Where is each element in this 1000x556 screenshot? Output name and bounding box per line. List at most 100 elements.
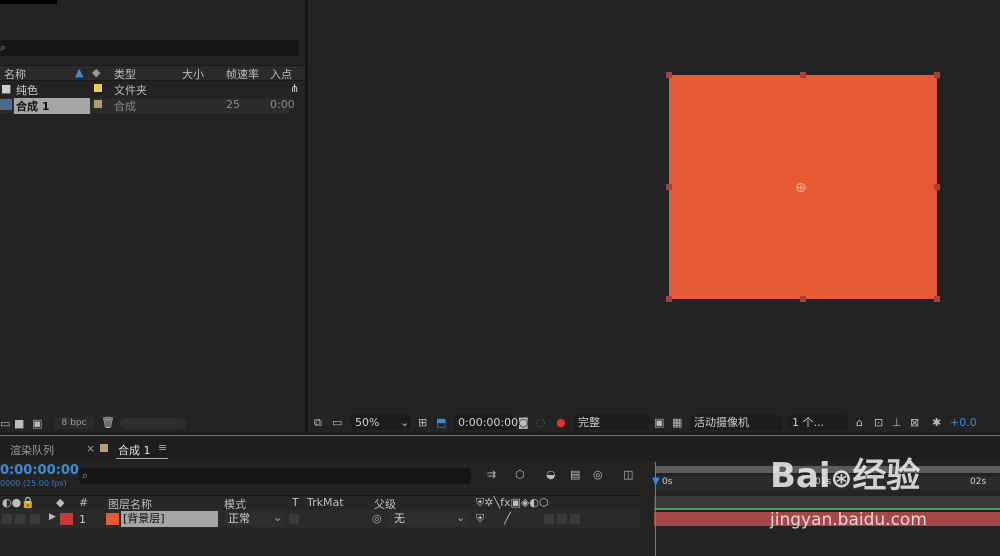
label-tag-icon[interactable]: ◆ [56,496,64,509]
anchor-point-icon[interactable]: ⊕ [795,180,807,196]
label-color-swatch[interactable] [94,100,102,108]
col-index[interactable]: # [79,496,88,509]
item-type: 合成 [114,100,136,113]
project-footer: ▭ ■ ▣ 8 bpc 🗑 [0,415,306,432]
ruler-label: 02s [970,477,987,487]
expand-arrow-icon[interactable]: ▶ [49,512,56,522]
switch-box[interactable] [544,514,554,524]
camera-view-select[interactable]: 活动摄像机 [690,415,782,430]
playhead-icon[interactable]: ▼ [652,476,660,487]
search-icon: ⌕ [0,41,7,54]
project-item-folder[interactable]: ■ 纯色 文件夹 ⋔ [0,82,299,97]
panel-menu-icon[interactable]: ≡ [158,441,167,454]
layer-column-header: ◐●🔒 ◆ # 图层名称 模式 T TrkMat 父级 ⛨✲╲fx▣◈◐⬡ [0,495,640,511]
project-search-input[interactable] [0,40,299,56]
project-item-comp[interactable]: 合成 1 合成 25 0:00 [0,98,295,114]
exposure-value[interactable]: +0.0 [950,415,977,430]
col-size[interactable]: 大小 [182,66,204,82]
transparency-grid-icon[interactable]: ▦ [672,415,682,430]
views-layout-select[interactable]: 1 个... [788,415,848,430]
current-time[interactable]: 0:00:00:00 [0,463,79,478]
timeline-icon[interactable]: ⊥ [892,415,902,430]
exposure-reset-icon[interactable]: ✱ [932,415,941,430]
shy-layers-icon[interactable]: ◒ [546,468,556,481]
transform-handle[interactable] [934,296,940,302]
item-type: 文件夹 [114,84,147,97]
quality-switch-icon[interactable]: ╱ [504,512,511,525]
monitor-icon[interactable]: ▭ [332,415,342,430]
transform-handle[interactable] [666,184,672,190]
region-of-interest-icon[interactable]: ▣ [654,415,664,430]
top-bar-fragment [0,0,57,4]
show-snapshot-icon[interactable]: ◌ [536,415,546,430]
camera-icon[interactable]: ◙ [518,415,529,430]
layer-label-color[interactable] [60,513,73,525]
item-name: 纯色 [16,84,38,97]
label-tag-icon[interactable]: ◆ [92,66,100,79]
watermark-url: jingyan.baidu.com [770,510,927,530]
preserve-transparency-toggle[interactable] [289,514,299,524]
new-folder-icon[interactable]: ▭ [0,417,10,430]
transform-handle[interactable] [800,296,806,302]
chevron-down-icon[interactable]: ⌄ [456,511,465,524]
audio-toggle[interactable] [15,514,25,524]
composition-icon [0,99,12,110]
comp-flowchart-icon[interactable]: ⇉ [487,468,496,481]
transform-handle[interactable] [800,72,806,78]
fast-previews-icon[interactable]: ⊡ [874,415,883,430]
col-t[interactable]: T [292,496,299,509]
motion-blur-icon[interactable]: ◎ [593,468,603,481]
transform-handle[interactable] [666,296,672,302]
label-color-swatch[interactable] [94,84,102,92]
tab-render-queue[interactable]: 渲染队列 [10,442,54,458]
ruler-label: 0s [662,477,673,487]
frame-blending-icon[interactable]: ▤ [570,468,580,481]
transform-handle[interactable] [934,72,940,78]
shy-switch-icon[interactable]: ⛨ [476,512,484,526]
pixel-aspect-icon[interactable]: ⌂ [856,415,863,430]
col-framerate[interactable]: 帧速率 [226,66,259,82]
sort-ascending-icon[interactable]: ▲ [75,66,83,79]
draft-3d-icon[interactable]: ⬡ [515,468,525,481]
col-type[interactable]: 类型 [114,66,136,82]
solo-toggle[interactable] [30,514,40,524]
new-composition-icon[interactable]: ▣ [32,417,42,430]
bpc-button[interactable]: 8 bpc [54,417,94,429]
folder-icon: ■ [1,82,12,95]
tab-comp-1[interactable]: 合成 1 [118,442,151,458]
thumbnail-slider[interactable] [120,418,186,429]
safe-margins-icon[interactable]: ⊞ [418,415,427,430]
always-preview-icon[interactable]: ⧉ [314,415,322,430]
pick-whip-icon[interactable]: ◎ [372,512,382,525]
resolution-select[interactable]: 完整 [574,415,650,430]
folder-icon[interactable]: ■ [14,417,24,430]
col-inpoint[interactable]: 入点 [270,66,292,82]
video-toggle[interactable] [2,514,12,524]
graph-editor-icon[interactable]: ◫ [623,468,633,481]
col-trkmat[interactable]: TrkMat [307,496,344,509]
layer-name[interactable]: [背景层] [121,511,218,527]
close-tab-icon[interactable]: × [86,442,95,455]
layer-row[interactable]: ▶ 1 [背景层] 正常 ⌄ ◎ 无 ⌄ ⛨ ╱ [0,510,640,528]
item-framerate: 25 [226,98,240,111]
col-name[interactable]: 名称 [4,66,26,82]
current-time-display[interactable]: 0:00:00:00 [454,415,518,430]
transform-handle[interactable] [666,72,672,78]
channels-icon[interactable]: ● [556,415,566,430]
timeline-search-input[interactable] [79,468,471,484]
flowchart-icon[interactable]: ⊠ [910,415,919,430]
switch-box[interactable] [570,514,580,524]
switches-icons[interactable]: ⛨✲╲fx▣◈◐⬡ [476,496,549,510]
audio-video-icon[interactable]: ◐●🔒 [2,496,35,509]
chevron-down-icon[interactable]: ⌄ [273,511,282,524]
solid-icon [106,513,119,525]
transform-handle[interactable] [934,184,940,190]
comp-label-swatch [100,444,108,452]
chevron-down-icon[interactable]: ⌄ [400,415,409,430]
hierarchy-icon[interactable]: ⋔ [290,82,299,95]
watermark-logo: Bai⊛经验 [770,456,921,496]
trash-icon[interactable]: 🗑 [101,416,115,429]
mask-visibility-icon[interactable]: ⬒ [436,415,446,430]
switch-box[interactable] [557,514,567,524]
viewer-toolbar: ⧉ ▭ 50% ⌄ ⊞ ⬒ 0:00:00:00 ◙ ◌ ● 完整 ▣ ▦ 活动… [308,413,1000,432]
